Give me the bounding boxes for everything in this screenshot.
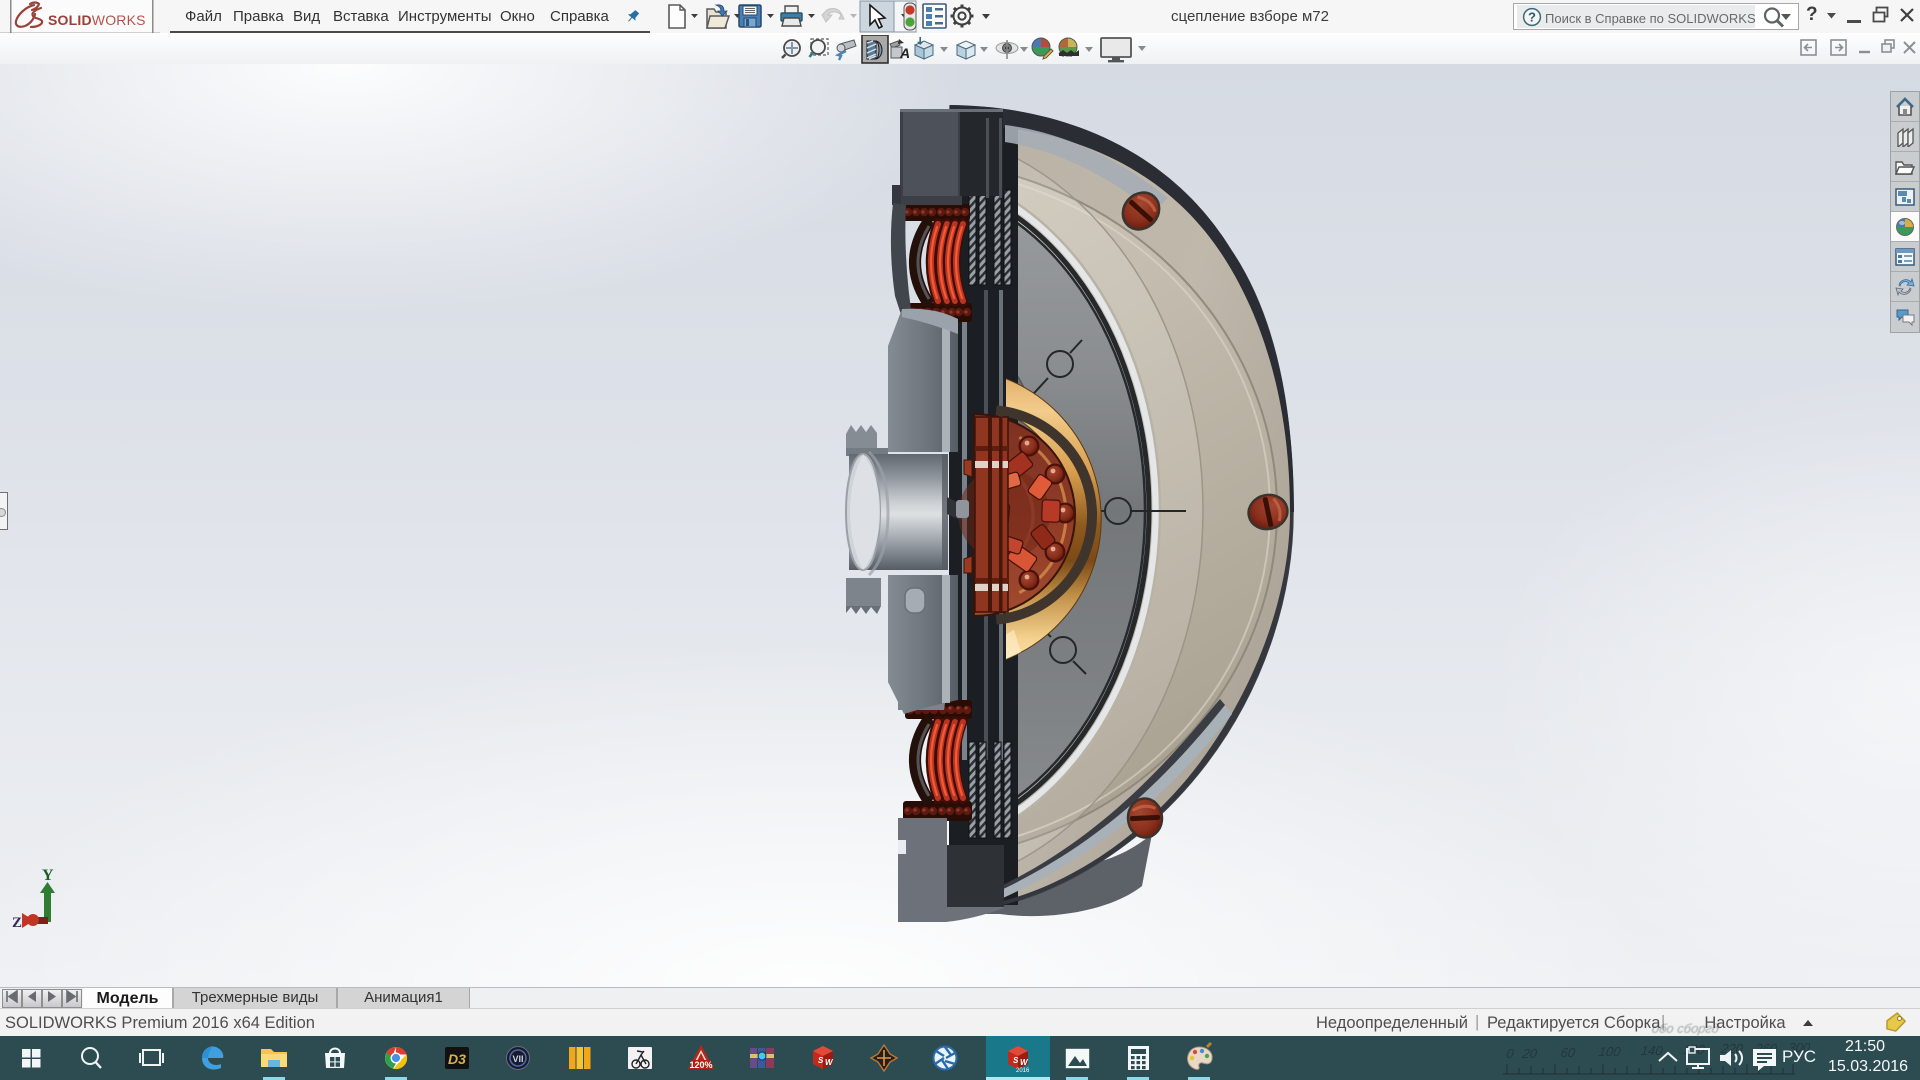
svg-text:SOLIDWORKS: SOLIDWORKS — [48, 12, 146, 28]
svg-text:?: ? — [1528, 10, 1536, 25]
svg-text:120%: 120% — [689, 1060, 712, 1070]
svg-text:20: 20 — [1520, 1046, 1538, 1061]
svg-text:60: 60 — [1560, 1045, 1577, 1060]
svg-text:0: 0 — [1505, 1046, 1515, 1061]
svg-text:S: S — [1013, 1056, 1019, 1065]
svg-text:2016: 2016 — [1016, 1068, 1030, 1074]
svg-text:A: A — [899, 45, 910, 61]
svg-text:VII: VII — [512, 1054, 523, 1064]
svg-text:S: S — [818, 1056, 824, 1065]
svg-text:D3: D3 — [448, 1051, 466, 1067]
svg-text:100: 100 — [1598, 1044, 1622, 1059]
